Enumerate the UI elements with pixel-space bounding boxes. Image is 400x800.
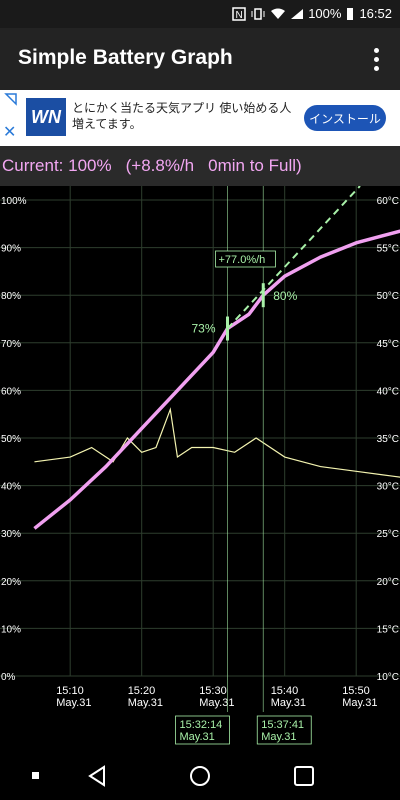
x-tick-time: 15:20 bbox=[128, 685, 156, 697]
y-axis-label-right: 30°C bbox=[377, 482, 399, 493]
current-level: Current: 100% bbox=[2, 156, 112, 175]
battery-graph[interactable]: 100% 90% 80% 70% 60% 50% 40% 30% 20% 10% 0% 60°C 55°… bbox=[0, 186, 400, 752]
temperature-line bbox=[34, 407, 400, 478]
status-bar: N 100% 16:52 bbox=[0, 0, 400, 28]
marker-time-right: 15:37:41 bbox=[261, 719, 304, 731]
home-icon[interactable] bbox=[186, 762, 214, 790]
y-axis-label-right: 15°C bbox=[377, 624, 399, 635]
overflow-menu-icon[interactable] bbox=[364, 46, 388, 72]
y-axis-label-right: 50°C bbox=[377, 291, 399, 302]
app-bar: Simple Battery Graph bbox=[0, 28, 400, 90]
y-axis-label-right: 35°C bbox=[377, 434, 399, 445]
time-to-full: 0min to Full) bbox=[208, 156, 302, 175]
marker-time-left: 15:32:14 bbox=[179, 719, 222, 731]
signal-icon bbox=[291, 8, 304, 19]
nfc-icon: N bbox=[232, 6, 246, 21]
y-axis-label-left: 0% bbox=[1, 672, 16, 683]
status-icons: N 100% 16:52 bbox=[232, 6, 392, 21]
y-axis-label-left: 30% bbox=[1, 529, 21, 540]
y-axis-label-right: 60°C bbox=[377, 196, 399, 207]
ad-text: とにかく当たる天気アプリ 使い始める人 増えてます。 bbox=[72, 101, 292, 131]
y-axis-label-right: 45°C bbox=[377, 339, 399, 350]
marker-percent-right: 80% bbox=[273, 289, 297, 303]
ad-install-button[interactable]: インストール bbox=[304, 105, 386, 131]
status-time: 16:52 bbox=[359, 6, 392, 21]
overview-icon[interactable] bbox=[290, 762, 318, 790]
wifi-icon bbox=[271, 8, 286, 19]
y-axis-label-right: 20°C bbox=[377, 577, 399, 588]
battery-icon bbox=[347, 7, 354, 20]
ad-close-icon[interactable]: ✕ bbox=[3, 122, 16, 142]
marker-date-right: May.31 bbox=[261, 731, 296, 743]
x-tick-time: 15:40 bbox=[271, 685, 299, 697]
battery-percent: 100% bbox=[308, 6, 342, 21]
x-tick-date: May.31 bbox=[128, 697, 163, 709]
y-axis-label-right: 40°C bbox=[377, 386, 399, 397]
y-axis-label-left: 90% bbox=[1, 244, 21, 255]
ad-info-icon[interactable] bbox=[4, 92, 18, 106]
y-axis-label-left: 70% bbox=[1, 339, 21, 350]
rate-label: +77.0%/h bbox=[218, 254, 265, 266]
y-axis-label-left: 100% bbox=[1, 196, 27, 207]
svg-text:N: N bbox=[236, 10, 243, 21]
x-tick-date: May.31 bbox=[342, 697, 377, 709]
y-axis-label-left: 60% bbox=[1, 386, 21, 397]
y-axis-label-left: 10% bbox=[1, 624, 21, 635]
y-axis-label-left: 20% bbox=[1, 577, 21, 588]
x-tick-time: 15:50 bbox=[342, 685, 370, 697]
marker-date-left: May.31 bbox=[179, 731, 214, 743]
navigation-bar bbox=[0, 752, 400, 800]
vibrate-icon bbox=[251, 7, 265, 20]
x-tick-time: 15:10 bbox=[56, 685, 84, 697]
y-axis-label-right: 10°C bbox=[377, 672, 399, 683]
ad-banner[interactable]: ✕ WN とにかく当たる天気アプリ 使い始める人 増えてます。 インストール bbox=[0, 90, 400, 146]
y-axis-label-right: 25°C bbox=[377, 529, 399, 540]
ad-logo: WN bbox=[26, 98, 66, 136]
y-axis-label-left: 50% bbox=[1, 434, 21, 445]
x-tick-time: 15:30 bbox=[199, 685, 227, 697]
x-tick-date: May.31 bbox=[56, 697, 91, 709]
current-status-bar: Current: 100% (+8.8%/h 0min to Full) bbox=[0, 146, 400, 186]
app-title: Simple Battery Graph bbox=[18, 46, 233, 69]
x-tick-date: May.31 bbox=[199, 697, 234, 709]
recent-dot-icon[interactable] bbox=[22, 762, 50, 790]
back-icon[interactable] bbox=[84, 762, 112, 790]
charge-rate: (+8.8%/h bbox=[125, 156, 195, 175]
marker-percent-left: 73% bbox=[191, 322, 215, 336]
y-axis-label-right: 55°C bbox=[377, 244, 399, 255]
y-axis-label-left: 80% bbox=[1, 291, 21, 302]
x-tick-date: May.31 bbox=[271, 697, 306, 709]
y-axis-label-left: 40% bbox=[1, 482, 21, 493]
